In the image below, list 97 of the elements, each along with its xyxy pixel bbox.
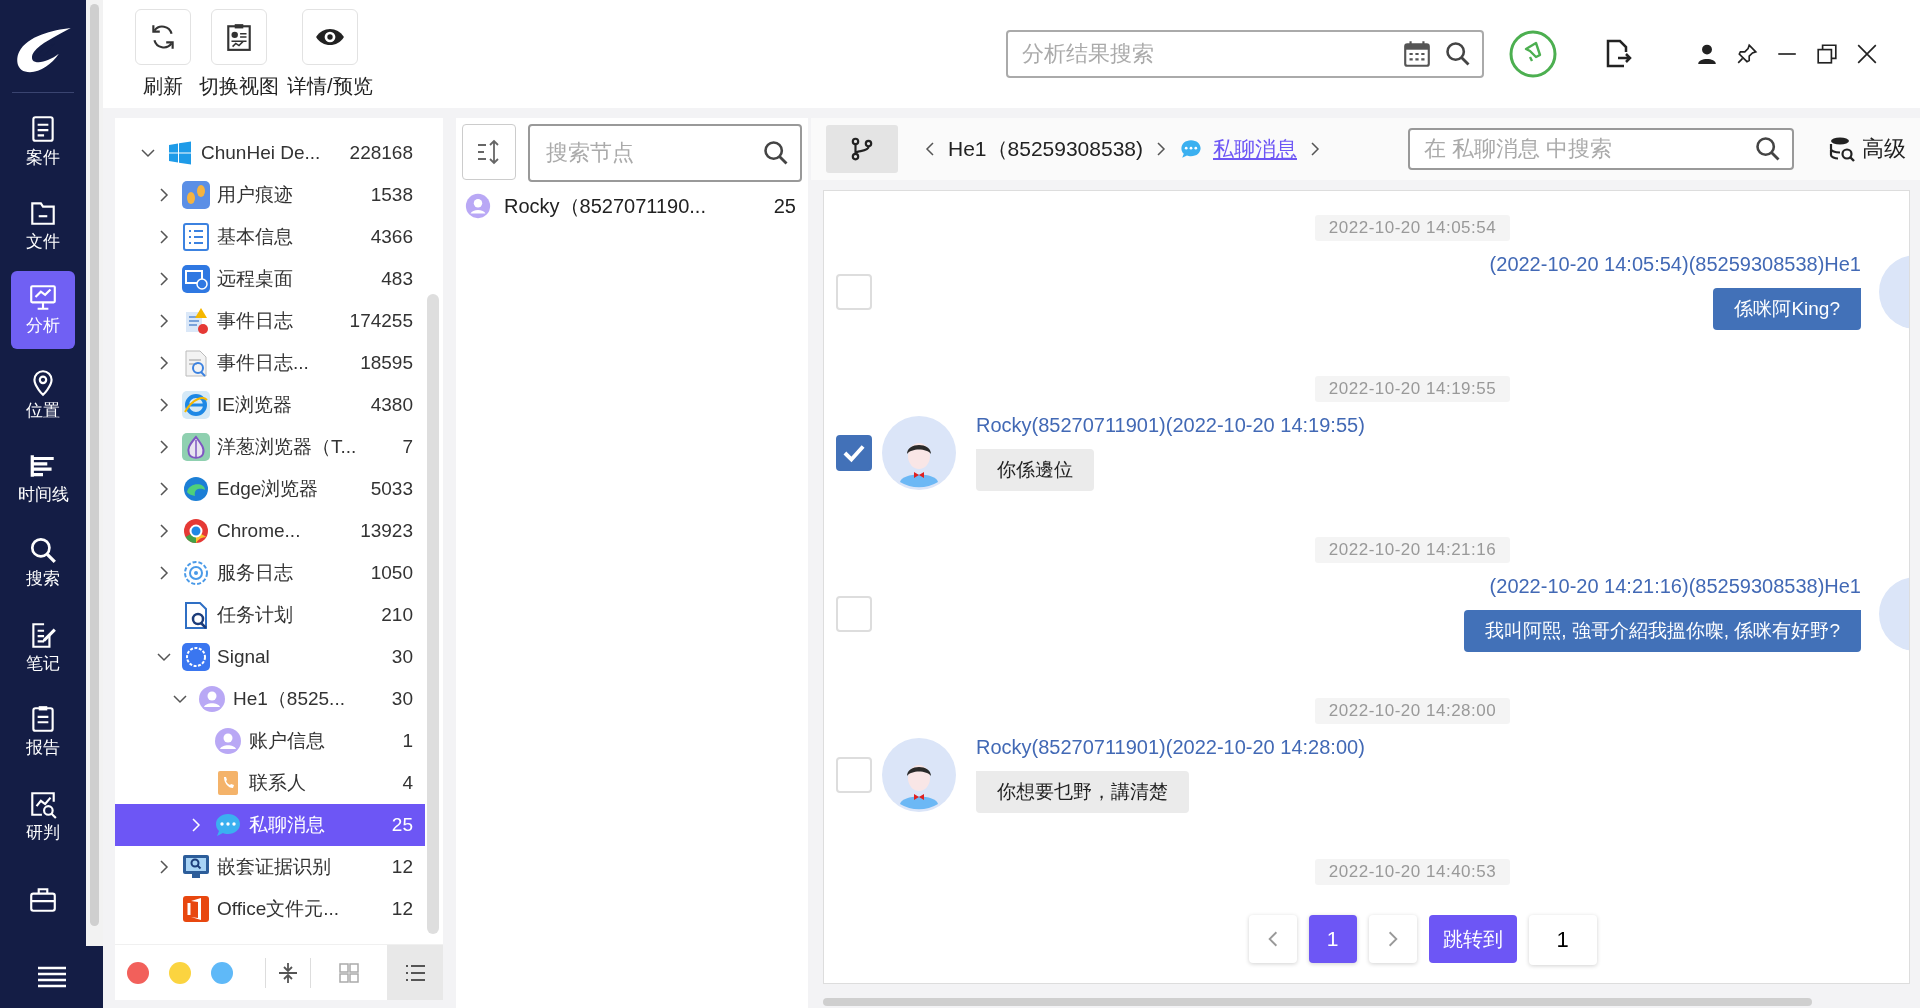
browser-e-icon [181, 390, 211, 420]
timestamp: 2022-10-20 14:05:54 [1314, 215, 1511, 241]
menu-icon[interactable] [37, 966, 66, 988]
tree-item[interactable]: 事件日志 174255 [115, 300, 425, 342]
tree-item[interactable]: 远程桌面 483 [115, 258, 425, 300]
tree-item[interactable]: 事件日志... 18595 [115, 342, 425, 384]
footprints-icon [181, 180, 211, 210]
breadcrumb-item[interactable]: He1（85259308538) [948, 135, 1143, 163]
tree-item[interactable]: He1（8525... 30 [115, 678, 425, 720]
search-field[interactable]: 在 私聊消息 中搜索 [1408, 128, 1794, 170]
tree-item[interactable]: Signal 30 [115, 636, 425, 678]
nav-item[interactable]: 分析 [11, 271, 75, 349]
color-filter-dot[interactable] [211, 961, 233, 984]
tree-item[interactable]: IE浏览器 4380 [115, 384, 425, 426]
search-icon[interactable] [1444, 40, 1472, 68]
close-icon[interactable] [1856, 43, 1878, 65]
scrollbar[interactable] [86, 0, 103, 946]
branch-icon [849, 136, 875, 162]
page-button[interactable]: 1 [1308, 915, 1357, 963]
pin-icon[interactable] [1736, 43, 1758, 65]
message-bubble: 你想要乜野，講清楚 [976, 771, 1189, 813]
tree-item[interactable]: 账户信息 1 [115, 720, 425, 762]
message-header: (2022-10-20 14:21:16)(85259308538)He1 [1489, 575, 1861, 598]
tree-item[interactable]: 联系人 4 [115, 762, 425, 804]
file-export-icon[interactable] [1604, 38, 1634, 70]
node-item[interactable]: Rocky（8527071190... 25 [456, 192, 808, 220]
timestamp: 2022-10-20 14:19:55 [1314, 376, 1511, 402]
office-icon [181, 894, 211, 924]
nav-item[interactable]: 笔记 [11, 608, 75, 686]
person-icon [213, 726, 243, 756]
search-icon[interactable] [1754, 135, 1782, 163]
collapse-icon[interactable] [276, 960, 300, 985]
search-field[interactable]: 分析结果搜索 [1006, 30, 1484, 78]
message-header: (2022-10-20 14:05:54)(85259308538)He1 [1489, 253, 1861, 276]
grid-icon [337, 960, 361, 985]
person-icon [197, 684, 227, 714]
breadcrumb-link[interactable]: 私聊消息 [1213, 135, 1297, 163]
avatar-icon [882, 415, 956, 490]
tree-item[interactable]: 洋葱浏览器（T... 7 [115, 426, 425, 468]
chat-bubble-icon [1179, 137, 1203, 161]
remote-desktop-icon [181, 264, 211, 294]
tree-item[interactable]: 用户痕迹 1538 [115, 174, 425, 216]
database-search-icon [1828, 135, 1856, 163]
toolbar-button[interactable]: 切换视图 [199, 8, 279, 100]
onion-icon [181, 432, 211, 462]
bell-icon[interactable] [1508, 29, 1558, 79]
message-bubble: 係咪阿King? [1713, 288, 1861, 330]
timestamp: 2022-10-20 14:28:00 [1314, 698, 1511, 724]
search-icon [28, 535, 58, 566]
search-icon[interactable] [762, 139, 790, 167]
nav-item[interactable]: 研判 [11, 777, 75, 855]
color-filter-dot[interactable] [169, 961, 191, 984]
tree-item[interactable]: 嵌套证据识别 12 [115, 846, 425, 888]
person-icon [464, 192, 492, 220]
tree-item[interactable]: 服务日志 1050 [115, 552, 425, 594]
timestamp: 2022-10-20 14:40:53 [1314, 859, 1511, 885]
monitor-icon [28, 282, 58, 313]
advanced-search-button[interactable]: 高级 [1828, 134, 1906, 164]
tree-item[interactable]: 私聊消息 25 [115, 804, 425, 846]
page-input[interactable]: 1 [1528, 915, 1597, 965]
speech-bubble-icon [181, 642, 211, 672]
jump-button[interactable]: 跳转到 [1428, 915, 1517, 963]
branch-button[interactable] [826, 125, 898, 173]
tree-item[interactable]: 基本信息 4366 [115, 216, 425, 258]
user-icon[interactable] [1696, 43, 1718, 65]
list-icon [181, 222, 211, 252]
nav-item[interactable]: 搜索 [11, 524, 75, 602]
avatar-icon [882, 737, 956, 812]
color-filter-dot[interactable] [127, 961, 149, 984]
browser-ring-icon [181, 516, 211, 546]
tree-item[interactable]: Office文件元... 12 [115, 888, 425, 930]
clipboard-chart-icon [224, 21, 254, 52]
tree-item[interactable]: Edge浏览器 5033 [115, 468, 425, 510]
timestamp: 2022-10-20 14:21:16 [1314, 537, 1511, 563]
gear-icon [181, 558, 211, 588]
search-field[interactable]: 搜索节点 [528, 124, 802, 182]
list-view-button[interactable] [387, 945, 443, 1000]
message-bubble: 我叫阿熙, 強哥介紹我搵你㗎, 係咪有好野? [1464, 610, 1861, 652]
nav-item[interactable]: 案件 [11, 102, 75, 180]
browser-wave-icon [181, 474, 211, 504]
tree-item[interactable]: ChunHei De... 228168 [115, 132, 425, 174]
tree-item[interactable]: Chrome... 13923 [115, 510, 425, 552]
message-header: Rocky(85270711901)(2022-10-20 14:19:55) [976, 414, 1365, 437]
nav-item[interactable]: 位置 [11, 355, 75, 433]
nav-item[interactable]: 报告 [11, 693, 75, 771]
sort-button[interactable] [462, 124, 516, 180]
message-bubble: 你係邊位 [976, 449, 1094, 491]
nav-item[interactable]: 文件 [11, 186, 75, 265]
restore-icon[interactable] [1816, 43, 1838, 65]
checkbox[interactable] [836, 434, 872, 471]
tree-item[interactable]: 任务计划 210 [115, 594, 425, 636]
message-header: Rocky(85270711901)(2022-10-20 14:28:00) [976, 736, 1365, 759]
scrollbar[interactable] [427, 294, 439, 934]
scrollbar[interactable] [823, 998, 1812, 1006]
nav-item[interactable]: 时间线 [11, 439, 75, 518]
calendar-icon[interactable] [1402, 39, 1432, 69]
toolbar-button[interactable]: 详情/预览 [287, 8, 373, 100]
